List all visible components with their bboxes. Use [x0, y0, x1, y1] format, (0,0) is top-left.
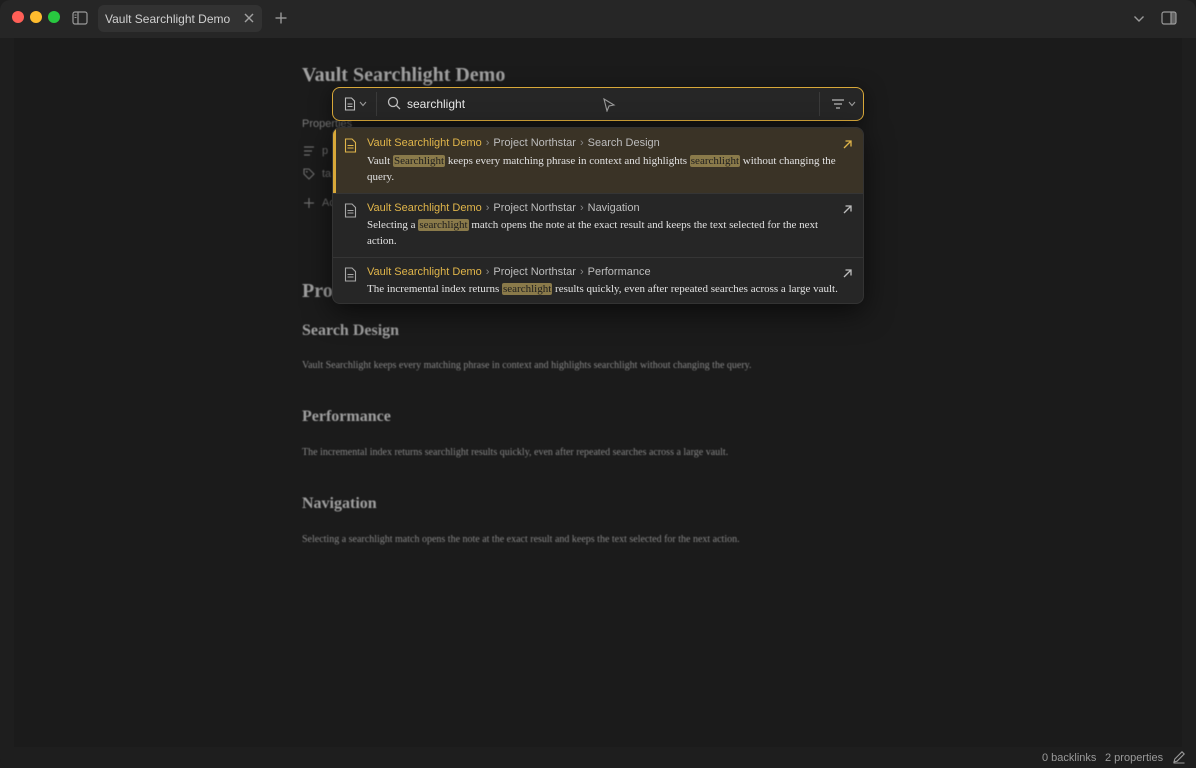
new-tab-icon[interactable]	[274, 11, 288, 25]
property-name: p	[322, 144, 329, 157]
property-row[interactable]: ta	[302, 167, 331, 181]
breadcrumb-folder: Project Northstar	[493, 266, 576, 278]
right-sidebar-toggle-icon[interactable]	[1161, 11, 1177, 25]
section-heading: Search Design	[302, 322, 400, 339]
section-heading: Performance	[302, 408, 391, 425]
filter-icon	[832, 99, 844, 109]
breadcrumb-separator: ›	[579, 266, 584, 278]
match-highlight: searchlight	[502, 283, 553, 295]
search-results-list: Vault Searchlight Demo › Project Northstar…	[332, 127, 864, 304]
match-highlight: Searchlight	[392, 155, 446, 167]
breadcrumb-separator: ›	[485, 202, 490, 214]
left-sidebar-toggle-icon[interactable]	[72, 11, 88, 25]
section-paragraph: The incremental index returns searchligh…	[302, 447, 729, 458]
section-paragraph: Selecting a searchlight match opens the …	[302, 534, 740, 545]
breadcrumb-separator: ›	[579, 202, 584, 214]
snippet-text: Selecting a	[367, 219, 419, 231]
breadcrumb-vault: Vault Searchlight Demo	[367, 266, 482, 278]
result-snippet: Selecting a searchlight match opens the …	[367, 217, 837, 249]
breadcrumb-folder: Project Northstar	[493, 137, 576, 149]
tag-icon	[303, 168, 315, 180]
search-result-item[interactable]: Vault Searchlight Demo › Project Northstar…	[333, 258, 863, 303]
breadcrumb-vault: Vault Searchlight Demo	[367, 137, 482, 149]
section-heading-partial: Pro	[302, 280, 333, 302]
status-bar: 0 backlinks 2 properties	[0, 747, 1196, 768]
snippet-text: Vault	[367, 155, 393, 167]
add-property-button[interactable]: Ac	[302, 196, 335, 210]
snippet-text: The incremental index returns	[367, 283, 503, 295]
snippet-text: results quickly, even after repeated sea…	[552, 283, 838, 295]
title-bar: Vault Searchlight Demo	[0, 0, 1196, 38]
mouse-pointer-icon	[603, 98, 616, 112]
result-breadcrumb: Vault Searchlight Demo › Project Northstar…	[367, 266, 651, 278]
breadcrumb-section: Navigation	[587, 202, 640, 214]
chevron-down-icon	[848, 101, 856, 107]
tab-title: Vault Searchlight Demo	[105, 12, 231, 26]
arrow-up-right-icon[interactable]	[842, 268, 853, 279]
section-paragraph: Vault Searchlight keeps every matching p…	[302, 360, 752, 371]
chevron-down-icon	[359, 101, 367, 107]
plus-icon	[304, 198, 314, 208]
chevron-down-icon[interactable]	[1132, 12, 1146, 26]
app-window: Vault Searchlight Demo Vault Searchlight…	[0, 0, 1196, 768]
divider	[376, 92, 377, 116]
document-icon	[344, 97, 356, 111]
filter-button[interactable]	[829, 96, 857, 112]
tab-active[interactable]: Vault Searchlight Demo	[98, 5, 262, 32]
breadcrumb-separator: ›	[485, 137, 490, 149]
result-breadcrumb: Vault Searchlight Demo › Project Northstar…	[367, 202, 640, 214]
property-row[interactable]: p	[302, 144, 328, 158]
arrow-up-right-icon[interactable]	[842, 204, 853, 215]
breadcrumb-separator: ›	[485, 266, 490, 278]
arrow-up-right-icon[interactable]	[842, 139, 853, 150]
close-tab-icon[interactable]	[242, 11, 256, 25]
document-icon	[344, 267, 357, 282]
snippet-text: keeps every matching phrase in context a…	[445, 155, 690, 167]
match-highlight: searchlight	[689, 155, 741, 167]
search-input[interactable]	[407, 93, 707, 115]
result-snippet: The incremental index returns searchligh…	[367, 281, 838, 297]
document-icon	[344, 203, 357, 218]
breadcrumb-separator: ›	[579, 137, 584, 149]
search-result-item[interactable]: Vault Searchlight Demo › Project Northstar…	[333, 194, 863, 257]
document-icon	[344, 138, 357, 153]
minimize-window-button[interactable]	[30, 11, 42, 23]
maximize-window-button[interactable]	[48, 11, 60, 23]
breadcrumb-section: Performance	[587, 266, 651, 278]
property-name: ta	[322, 167, 332, 180]
breadcrumb-vault: Vault Searchlight Demo	[367, 202, 482, 214]
backlinks-count[interactable]: 0 backlinks	[1042, 752, 1096, 764]
result-snippet: Vault Searchlight keeps every matching p…	[367, 153, 837, 185]
scope-selector-button[interactable]	[341, 94, 373, 114]
match-highlight: searchlight	[418, 219, 469, 231]
properties-count[interactable]: 2 properties	[1105, 752, 1163, 764]
breadcrumb-section: Search Design	[587, 137, 660, 149]
divider	[819, 92, 820, 116]
list-icon	[304, 146, 314, 156]
search-icon	[387, 96, 401, 110]
result-breadcrumb: Vault Searchlight Demo › Project Northstar…	[367, 137, 660, 149]
search-result-item[interactable]: Vault Searchlight Demo › Project Northstar…	[333, 128, 863, 193]
close-window-button[interactable]	[12, 11, 24, 23]
section-heading: Navigation	[302, 495, 377, 512]
pencil-icon[interactable]	[1172, 750, 1186, 764]
breadcrumb-folder: Project Northstar	[493, 202, 576, 214]
searchlight-bar	[332, 87, 864, 121]
note-title[interactable]: Vault Searchlight Demo	[302, 64, 505, 87]
